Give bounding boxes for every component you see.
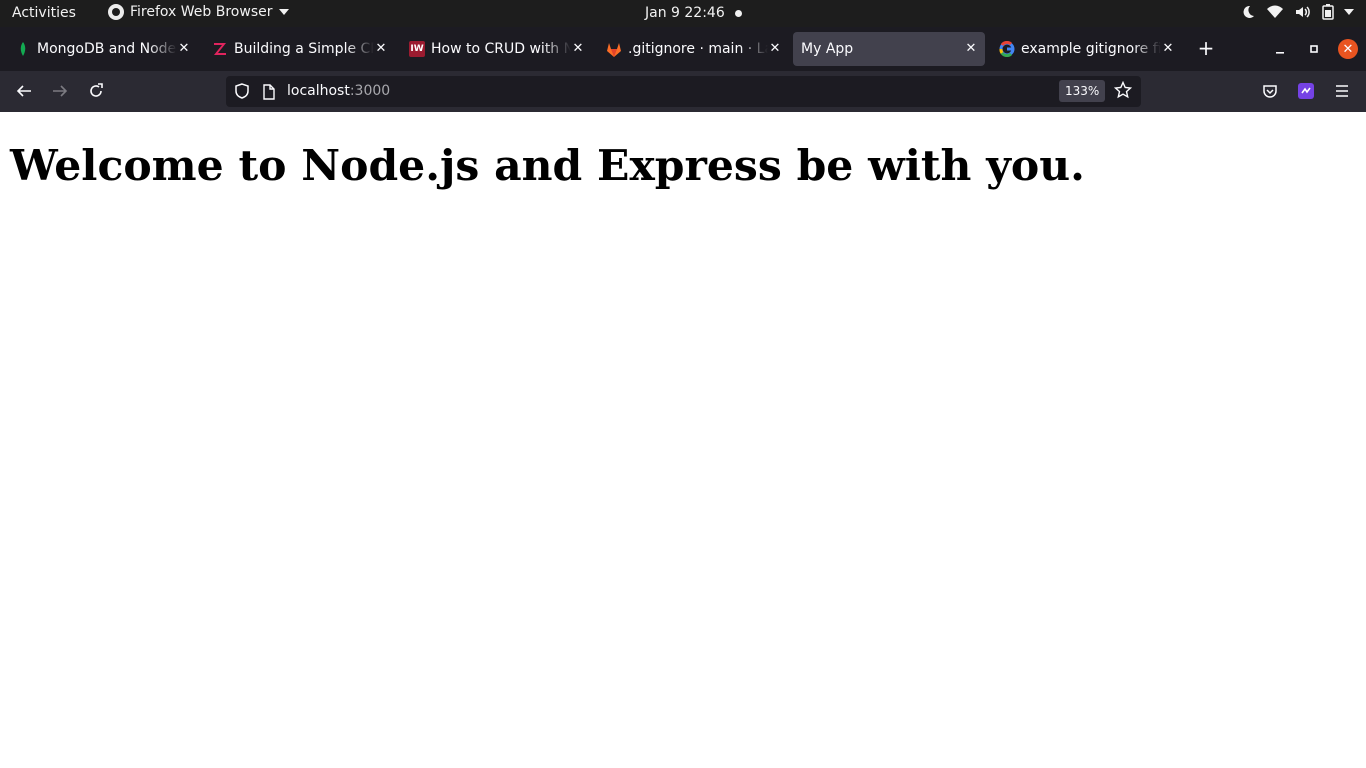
bookmark-star-icon[interactable] — [1114, 81, 1132, 99]
notification-dot-icon — [735, 10, 742, 17]
tab-title: Building a Simple CRUD — [234, 41, 374, 57]
reload-button[interactable] — [84, 79, 108, 103]
maximize-button[interactable] — [1303, 38, 1325, 60]
url-text[interactable]: localhost:3000 — [287, 83, 390, 99]
zoom-indicator[interactable]: 133% — [1059, 80, 1106, 102]
chevron-down-icon — [278, 9, 289, 15]
clock[interactable]: Jan 9 22:46 — [645, 5, 725, 21]
wifi-icon — [1267, 5, 1283, 18]
window-close-button[interactable]: ✕ — [1338, 39, 1358, 59]
address-bar[interactable]: localhost:3000 133% — [226, 76, 1141, 107]
tab-how-to-crud[interactable]: IW How to CRUD with Node ✕ — [400, 32, 592, 66]
page-icon[interactable] — [262, 84, 276, 100]
gnome-top-bar: Activities Firefox Web Browser Jan 9 22:… — [0, 0, 1366, 27]
new-tab-button[interactable]: + — [1195, 38, 1217, 60]
iw-icon: IW — [409, 41, 425, 57]
back-button[interactable] — [12, 79, 36, 103]
close-icon[interactable]: ✕ — [373, 40, 389, 56]
close-icon[interactable]: ✕ — [570, 40, 586, 56]
tab-my-app[interactable]: My App ✕ — [793, 32, 985, 66]
volume-icon — [1296, 6, 1310, 18]
activities-button[interactable]: Activities — [12, 5, 76, 21]
system-menu-caret — [1344, 9, 1354, 15]
page-heading: Welcome to Node.js and Express be with y… — [10, 141, 1085, 191]
navigation-toolbar: localhost:3000 133% — [0, 71, 1366, 113]
page-content: Welcome to Node.js and Express be with y… — [0, 112, 1366, 768]
tab-gitignore-gitlab[interactable]: .gitignore · main · Lall ✕ — [597, 32, 789, 66]
tab-title: example gitignore file — [1021, 41, 1161, 57]
arrow-left-icon — [16, 85, 31, 97]
tab-building-crud[interactable]: Building a Simple CRUD ✕ — [203, 32, 395, 66]
arrow-right-icon — [53, 85, 68, 97]
battery-icon — [1322, 4, 1334, 20]
minimize-button[interactable] — [1269, 38, 1291, 60]
extension-icon — [1298, 83, 1314, 99]
reload-icon — [90, 83, 103, 97]
moon-icon — [1243, 5, 1254, 18]
tab-title: .gitignore · main · Lall — [628, 41, 768, 57]
tab-title: My App — [801, 41, 854, 57]
app-menu[interactable]: Firefox Web Browser — [108, 4, 289, 20]
tab-title: MongoDB and Node.js — [37, 41, 177, 57]
url-port: :3000 — [349, 83, 391, 99]
tab-title: How to CRUD with Node — [431, 41, 571, 57]
close-icon[interactable]: ✕ — [767, 40, 783, 56]
tab-mongodb[interactable]: MongoDB and Node.js ✕ — [6, 32, 198, 66]
extension-button[interactable] — [1294, 79, 1318, 103]
pocket-button[interactable] — [1258, 79, 1282, 103]
hamburger-menu-icon — [1336, 85, 1348, 97]
system-status-area[interactable] — [1240, 4, 1354, 20]
url-host: localhost — [287, 83, 350, 99]
gitlab-icon — [606, 41, 622, 57]
tab-strip: MongoDB and Node.js ✕ Building a Simple … — [0, 27, 1366, 71]
close-icon[interactable]: ✕ — [963, 40, 979, 56]
firefox-icon — [108, 4, 124, 20]
forward-button[interactable] — [48, 79, 72, 103]
zeolearn-z-icon — [212, 41, 228, 57]
pocket-icon — [1263, 85, 1277, 98]
tab-example-gitignore[interactable]: example gitignore file ✕ — [990, 32, 1182, 66]
google-icon — [999, 41, 1015, 57]
mongodb-leaf-icon — [15, 41, 31, 57]
app-menu-label: Firefox Web Browser — [130, 4, 273, 20]
close-icon[interactable]: ✕ — [1160, 40, 1176, 56]
shield-icon[interactable] — [234, 83, 250, 99]
menu-button[interactable] — [1330, 79, 1354, 103]
close-icon[interactable]: ✕ — [176, 40, 192, 56]
